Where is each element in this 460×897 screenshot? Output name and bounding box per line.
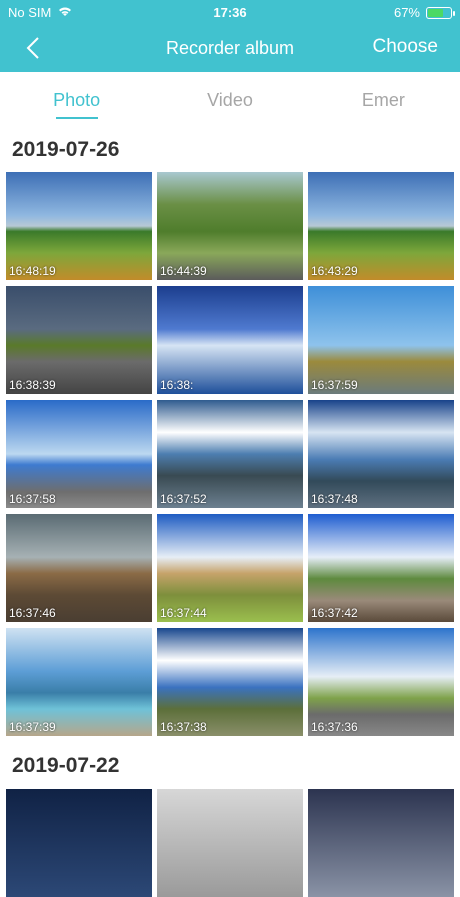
photo-thumbnail[interactable]: 16:37:38 bbox=[157, 628, 303, 736]
photo-time: 16:37:39 bbox=[9, 720, 56, 734]
photo-time: 16:37:44 bbox=[160, 606, 207, 620]
photo-thumbnail[interactable]: 16:44:39 bbox=[157, 172, 303, 280]
photo-thumbnail[interactable]: 16:43:29 bbox=[308, 172, 454, 280]
photo-time: 16:43:29 bbox=[311, 264, 358, 278]
photo-thumbnail[interactable]: 16:37:42 bbox=[308, 514, 454, 622]
photo-time: 16:37:42 bbox=[311, 606, 358, 620]
photo-time: 16:37:58 bbox=[9, 492, 56, 506]
photo-thumbnail[interactable]: 16:37:48 bbox=[308, 400, 454, 508]
photo-thumbnail[interactable] bbox=[6, 789, 152, 897]
photo-grid bbox=[6, 789, 454, 897]
photo-thumbnail[interactable]: 16:48:19 bbox=[6, 172, 152, 280]
photo-time: 16:44:39 bbox=[160, 264, 207, 278]
photo-time: 16:37:46 bbox=[9, 606, 56, 620]
tab-video[interactable]: Video bbox=[153, 72, 306, 124]
photo-thumbnail[interactable] bbox=[308, 789, 454, 897]
tab-emer[interactable]: Emer bbox=[307, 72, 460, 124]
photo-grid: 16:48:19 16:44:39 16:43:29 16:38:39 16:3… bbox=[6, 172, 454, 736]
tab-bar: Photo Video Emer bbox=[0, 72, 460, 124]
photo-thumbnail[interactable]: 16:37:58 bbox=[6, 400, 152, 508]
date-header: 2019-07-26 bbox=[12, 138, 120, 161]
photo-time: 16:48:19 bbox=[9, 264, 56, 278]
photo-time: 16:37:52 bbox=[160, 492, 207, 506]
navigation-bar: Recorder album Choose bbox=[0, 24, 460, 72]
photo-thumbnail[interactable] bbox=[157, 789, 303, 897]
tab-photo[interactable]: Photo bbox=[0, 72, 153, 124]
clock: 17:36 bbox=[213, 5, 247, 20]
photo-time: 16:38: bbox=[160, 378, 194, 392]
photo-thumbnail[interactable]: 16:37:59 bbox=[308, 286, 454, 394]
battery-fill bbox=[428, 8, 443, 17]
status-bar: No SIM 17:36 67% bbox=[0, 0, 460, 24]
choose-button[interactable]: Choose bbox=[373, 36, 439, 58]
photo-thumbnail[interactable]: 16:37:44 bbox=[157, 514, 303, 622]
photo-time: 16:37:59 bbox=[311, 378, 358, 392]
photo-time: 16:37:36 bbox=[311, 720, 358, 734]
photo-time: 16:37:38 bbox=[160, 720, 207, 734]
photo-thumbnail[interactable]: 16:37:52 bbox=[157, 400, 303, 508]
photo-thumbnail[interactable]: 16:38: bbox=[157, 286, 303, 394]
photo-thumbnail[interactable]: 16:37:39 bbox=[6, 628, 152, 736]
status-right: 67% bbox=[393, 5, 455, 20]
battery-percent: 67% bbox=[393, 5, 420, 20]
battery-icon bbox=[426, 6, 455, 19]
date-header: 2019-07-22 bbox=[12, 754, 120, 777]
photo-time: 16:37:48 bbox=[311, 492, 358, 506]
header-bar: No SIM 17:36 67% Recorder album Choose bbox=[0, 0, 460, 72]
photo-thumbnail[interactable]: 16:37:36 bbox=[308, 628, 454, 736]
photo-time: 16:38:39 bbox=[9, 378, 56, 392]
photo-thumbnail[interactable]: 16:38:39 bbox=[6, 286, 152, 394]
photo-thumbnail[interactable]: 16:37:46 bbox=[6, 514, 152, 622]
